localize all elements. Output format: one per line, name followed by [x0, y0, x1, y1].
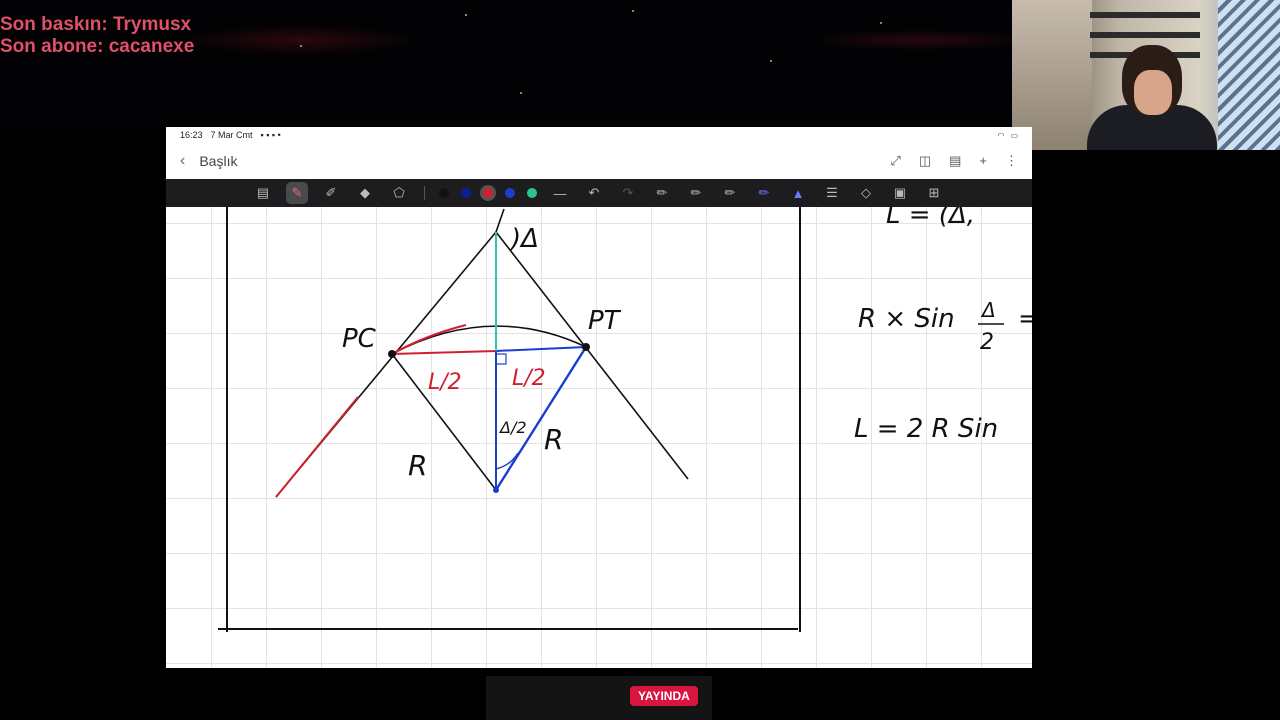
grid-icon[interactable]: ⊞ — [917, 179, 951, 207]
equation-r-sin: R × Sin — [858, 304, 955, 334]
equation-tail: = — [1018, 304, 1032, 334]
status-icons: ▪ ▪ ▪ • — [260, 130, 281, 140]
image-icon[interactable]: ▣ — [883, 179, 917, 207]
pencil-c-icon[interactable]: ✏ — [713, 179, 747, 207]
label-r-left: R — [408, 449, 427, 482]
equation-l-2r-sin: L = 2 R Sin — [854, 414, 998, 444]
undo-icon[interactable]: ↶ — [577, 179, 611, 207]
pencil-b-icon[interactable]: ✏ — [679, 179, 713, 207]
status-right-icons: ◠ ▭ — [997, 131, 1018, 140]
label-l-half-left: L/2 — [428, 370, 462, 395]
wifi-icon: ◠ — [997, 130, 1005, 140]
color-blue[interactable] — [505, 188, 515, 198]
label-pt: PT — [588, 306, 622, 336]
status-date: 7 Mar Cmt — [210, 130, 253, 140]
last-subscriber-text: Son abone: cacanexe — [0, 36, 195, 57]
top-right-partial-equation: L = (Δ, — [886, 207, 975, 230]
label-r-right: R — [544, 423, 563, 456]
expand-icon[interactable]: ⤢ — [890, 153, 900, 169]
label-delta: )Δ — [509, 224, 539, 254]
book-icon[interactable]: ◫ — [919, 153, 931, 169]
battery-icon: ▭ — [1010, 130, 1018, 140]
note-header: ‹ Başlık ⤢ ◫ ▤ + ⋮ — [166, 143, 1032, 179]
header-actions: ⤢ ◫ ▤ + ⋮ — [890, 153, 1018, 169]
status-time: 16:23 — [180, 130, 203, 140]
eraser-icon[interactable]: ◆ — [348, 179, 382, 207]
pencil-a-icon[interactable]: ✏ — [645, 179, 679, 207]
stream-overlay: Son baskın: Trymusx Son abone: cacanexe — [0, 14, 194, 58]
label-pc: PC — [342, 324, 377, 354]
live-badge: YAYINDA — [630, 686, 698, 706]
back-arrow-icon[interactable]: ‹ — [180, 152, 185, 170]
equation-frac-top: Δ — [980, 298, 996, 322]
toolbar-divider — [424, 186, 425, 200]
handwritten-diagram: PC PT )Δ L/2 L/2 R R Δ/2 L = (Δ, R × Sin… — [218, 207, 1032, 632]
stroke-width-icon[interactable]: — — [543, 179, 577, 207]
shape-icon[interactable]: ▲ — [781, 179, 815, 207]
text-icon[interactable]: ☰ — [815, 179, 849, 207]
equation-frac-bottom: 2 — [980, 330, 994, 355]
lasso-icon[interactable]: ⬠ — [382, 179, 416, 207]
note-title[interactable]: Başlık — [199, 153, 237, 169]
webcam-feed — [1012, 0, 1280, 150]
color-black[interactable] — [439, 188, 449, 198]
keyboard-icon[interactable]: ▤ — [246, 179, 280, 207]
more-icon[interactable]: ⋮ — [1005, 153, 1018, 169]
label-delta-half: Δ/2 — [498, 418, 527, 437]
label-l-half-right: L/2 — [512, 366, 546, 391]
redo-icon[interactable]: ↷ — [611, 179, 645, 207]
highlighter-icon[interactable]: ✐ — [314, 179, 348, 207]
drawing-toolbar: ▤ ✎ ✐ ◆ ⬠ — ↶ ↷ ✏ ✏ ✏ ✏ ▲ ☰ ◇ ▣ ⊞ — [166, 179, 1032, 207]
status-bar: 16:23 7 Mar Cmt ▪ ▪ ▪ • ◠ ▭ — [166, 127, 1032, 143]
pen-tool-icon[interactable]: ✎ — [280, 179, 314, 207]
last-raid-text: Son baskın: Trymusx — [0, 14, 192, 35]
tag-icon[interactable]: ◇ — [849, 179, 883, 207]
page-icon[interactable]: ▤ — [949, 153, 961, 169]
add-icon[interactable]: + — [979, 153, 987, 169]
color-navy[interactable] — [461, 188, 471, 198]
note-canvas[interactable]: PC PT )Δ L/2 L/2 R R Δ/2 L = (Δ, R × Sin… — [166, 207, 1032, 668]
color-green[interactable] — [527, 188, 537, 198]
pencil-blue-icon[interactable]: ✏ — [747, 179, 781, 207]
color-red[interactable] — [483, 188, 493, 198]
tablet-screen: 16:23 7 Mar Cmt ▪ ▪ ▪ • ◠ ▭ ‹ Başlık ⤢ ◫… — [166, 127, 1032, 668]
